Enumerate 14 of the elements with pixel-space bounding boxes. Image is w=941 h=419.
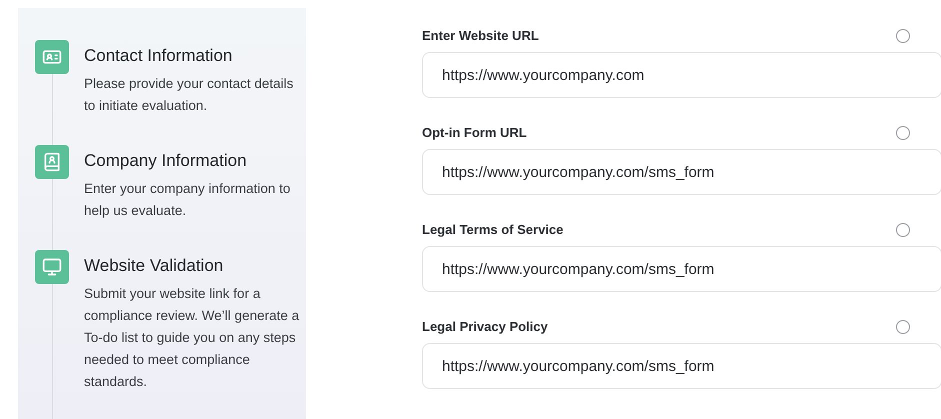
url-field[interactable]: https://www.yourcompany.com/sms_form (422, 343, 941, 389)
url-field[interactable]: https://www.yourcompany.com/sms_form (422, 149, 941, 195)
field-label: Enter Website URL (422, 27, 539, 45)
url-field[interactable]: https://www.yourcompany.com (422, 52, 941, 98)
field-label: Legal Terms of Service (422, 221, 564, 239)
step-title: Company Information (84, 150, 248, 172)
step-title: Contact Information (84, 45, 234, 67)
step-description: Submit your website link for a compliance review. We’ll generate a To-do list to guide you on any steps needed to meet compliance standards. (84, 285, 300, 391)
field-label: Legal Privacy Policy (422, 318, 548, 336)
step-description: Enter your company information to help us evaluate. (84, 180, 292, 220)
url-field[interactable]: https://www.yourcompany.com/sms_form (422, 246, 941, 292)
step-description: Please provide your contact details to initiate evaluation. (84, 75, 294, 115)
field-label: Opt-in Form URL (422, 124, 527, 142)
step-title: Website Validation (84, 255, 224, 277)
